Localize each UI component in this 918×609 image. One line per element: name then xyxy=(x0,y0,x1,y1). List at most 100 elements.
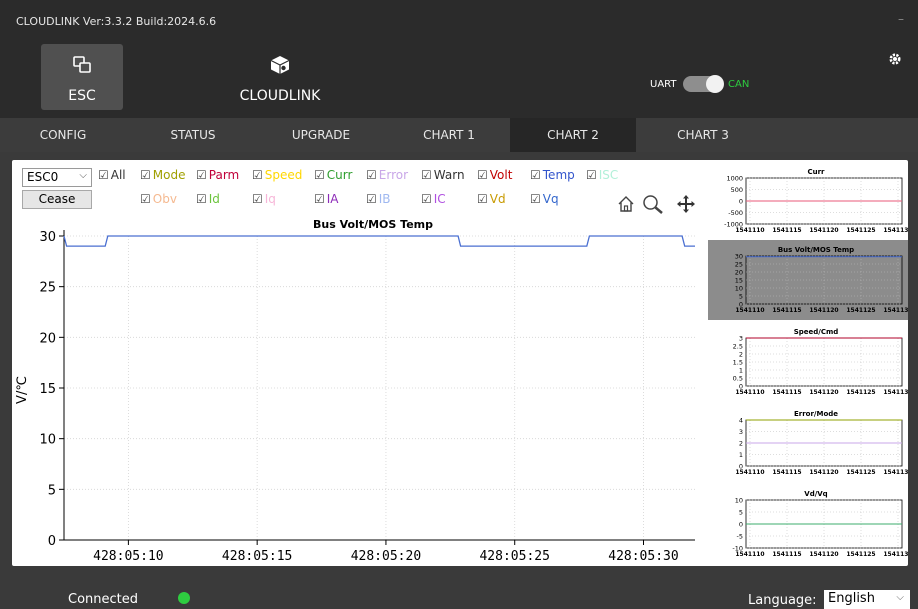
language-select[interactable]: English ⌵ xyxy=(824,590,910,609)
x-tick-label: 428:05:25 xyxy=(479,549,549,564)
axes xyxy=(59,230,695,545)
mini-y-tick-label: 10 xyxy=(735,497,743,505)
esc-icon xyxy=(73,56,91,73)
mini-y-tick-label: 1.5 xyxy=(733,359,743,367)
mini-chart-title: Curr xyxy=(807,168,825,176)
language-value: English xyxy=(828,591,875,606)
status-indicator-icon xyxy=(178,592,190,604)
mini-chart: Bus Volt/MOS Temp3025201510501541110 1541… xyxy=(708,240,908,320)
uart-label: UART xyxy=(650,79,677,90)
tab-chart-2[interactable]: CHART 2 xyxy=(510,118,636,152)
x-tick-label: 428:05:20 xyxy=(351,549,421,564)
mini-x-tick-label: 1541115 xyxy=(772,227,801,234)
cloudlink-box-icon xyxy=(270,56,290,74)
y-tick-label: 10 xyxy=(39,433,56,448)
tab-chart-1[interactable]: CHART 1 xyxy=(386,118,512,152)
tab-upgrade[interactable]: UPGRADE xyxy=(258,118,384,152)
esc-app-label: ESC xyxy=(68,88,96,104)
mini-y-tick-label: 2 xyxy=(739,351,743,359)
title-bar: CLOUDLINK Ver:3.3.2 Build:2024.6.6 – xyxy=(0,0,918,38)
mini-y-tick-label: 15 xyxy=(735,277,743,285)
mini-y-tick-label: 3 xyxy=(739,428,743,436)
y-tick-label: 15 xyxy=(39,382,56,397)
chart-title: Bus Volt/MOS Temp xyxy=(313,218,433,231)
minimize-button[interactable]: – xyxy=(898,12,904,26)
tab-status[interactable]: STATUS xyxy=(130,118,256,152)
grid-lines xyxy=(64,235,695,541)
mini-y-tick-label: -5 xyxy=(737,533,743,541)
mini-y-tick-label: 500 xyxy=(731,186,743,194)
mini-y-tick-label: 1 xyxy=(739,367,743,375)
mini-chart: Vd/Vq1050-5-101541110 1541115 1541120 15411… xyxy=(732,490,908,558)
mini-x-tick-label: 1541115 xyxy=(772,551,801,558)
mini-y-tick-label: 0 xyxy=(739,521,743,529)
mini-y-tick-label: 5 xyxy=(739,293,743,301)
connection-status: Connected xyxy=(68,592,139,607)
mini-y-tick-label: 2.5 xyxy=(733,343,743,351)
y-axis-label: V/℃ xyxy=(15,376,30,404)
mini-x-tick-label: 1541110 xyxy=(735,389,764,396)
cloudlink-app-button[interactable]: CLOUDLINK xyxy=(232,44,328,110)
mini-chart: Speed/Cmd32.521.510.501541110 1541115 1541… xyxy=(733,328,908,396)
mini-x-tick-label: 1541130 xyxy=(883,389,908,396)
gear-icon[interactable] xyxy=(888,52,902,66)
mini-x-tick-label: 1541110 xyxy=(735,469,764,476)
status-bar: Connected Language: English ⌵ xyxy=(0,582,918,609)
mini-y-tick-label: 5 xyxy=(739,509,743,517)
esc-app-button[interactable]: ESC xyxy=(41,44,123,110)
mini-y-tick-label: -500 xyxy=(728,209,743,217)
mini-x-tick-label: 1541110 xyxy=(735,227,764,234)
x-tick-label: 428:05:10 xyxy=(93,549,163,564)
window-title: CLOUDLINK Ver:3.3.2 Build:2024.6.6 xyxy=(16,15,217,28)
mini-x-tick-label: 1541110 xyxy=(735,307,764,314)
main-chart[interactable]: Bus Volt/MOS Temp V/℃ 0 5 10 15 20 25 30 428:05… xyxy=(12,160,708,566)
tab-chart-3[interactable]: CHART 3 xyxy=(640,118,766,152)
tab-config[interactable]: CONFIG xyxy=(0,118,126,152)
toggle-knob[interactable] xyxy=(706,75,724,93)
bus-volt-series-line xyxy=(63,235,695,247)
mini-x-tick-label: 1541125 xyxy=(846,227,875,234)
mini-x-tick-label: 1541125 xyxy=(846,307,875,314)
x-tick-label: 428:05:15 xyxy=(222,549,292,564)
y-tick-label: 5 xyxy=(48,483,56,498)
mini-y-tick-label: 2 xyxy=(739,440,743,448)
mini-y-tick-label: 1000 xyxy=(726,175,743,183)
mini-x-tick-label: 1541125 xyxy=(846,469,875,476)
mini-chart-title: Bus Volt/MOS Temp xyxy=(778,246,854,254)
mini-chart-title: Speed/Cmd xyxy=(794,328,839,336)
mini-chart: Curr10005000-500-10001541110 1541115 15411… xyxy=(724,168,908,234)
mini-chart: Error/Mode432101541110 1541115 1541120 1541… xyxy=(735,410,908,476)
mini-x-tick-label: 1541130 xyxy=(883,551,908,558)
mini-charts[interactable]: Curr10005000-500-10001541110 1541115 15411… xyxy=(708,160,908,566)
mini-chart-title: Error/Mode xyxy=(794,410,838,418)
mini-y-tick-label: 1 xyxy=(739,451,743,459)
mini-x-tick-label: 1541130 xyxy=(883,307,908,314)
mini-y-tick-label: 20 xyxy=(735,269,743,277)
mini-x-tick-label: 1541130 xyxy=(883,227,908,234)
chevron-down-icon: ⌵ xyxy=(896,592,904,603)
mini-x-tick-label: 1541125 xyxy=(846,551,875,558)
mini-x-tick-label: 1541115 xyxy=(772,469,801,476)
mini-x-tick-label: 1541110 xyxy=(735,551,764,558)
tab-bar: CONFIG STATUS UPGRADE CHART 1 CHART 2 CH… xyxy=(0,118,918,152)
mini-x-tick-label: 1541125 xyxy=(846,389,875,396)
mini-x-tick-label: 1541120 xyxy=(809,389,838,396)
mini-y-tick-label: 4 xyxy=(739,417,743,425)
mini-y-tick-label: 30 xyxy=(735,253,743,261)
mini-chart-title: Vd/Vq xyxy=(804,490,827,498)
mini-x-tick-label: 1541120 xyxy=(809,551,838,558)
mini-y-tick-label: 0.5 xyxy=(733,375,743,383)
y-tick-label: 20 xyxy=(39,331,56,346)
mini-y-tick-label: 25 xyxy=(735,261,743,269)
tick-labels: 0 5 10 15 20 25 30 428:05:10 428:05:15 428:05:20 4… xyxy=(39,230,678,564)
x-tick-label: 428:05:30 xyxy=(608,549,678,564)
y-tick-label: 0 xyxy=(48,534,56,549)
y-tick-label: 25 xyxy=(39,281,56,296)
mini-y-tick-label: 0 xyxy=(739,198,743,206)
mini-x-tick-label: 1541115 xyxy=(772,307,801,314)
mini-x-tick-label: 1541120 xyxy=(809,469,838,476)
y-tick-label: 30 xyxy=(39,230,56,245)
mini-x-tick-label: 1541120 xyxy=(809,307,838,314)
chart-panel: ESC0 ⌵ Cease ☑ All ☑ Mode ☑ Parm ☑ Speed ☑ Cu… xyxy=(12,160,908,566)
mini-y-tick-label: 3 xyxy=(739,335,743,343)
